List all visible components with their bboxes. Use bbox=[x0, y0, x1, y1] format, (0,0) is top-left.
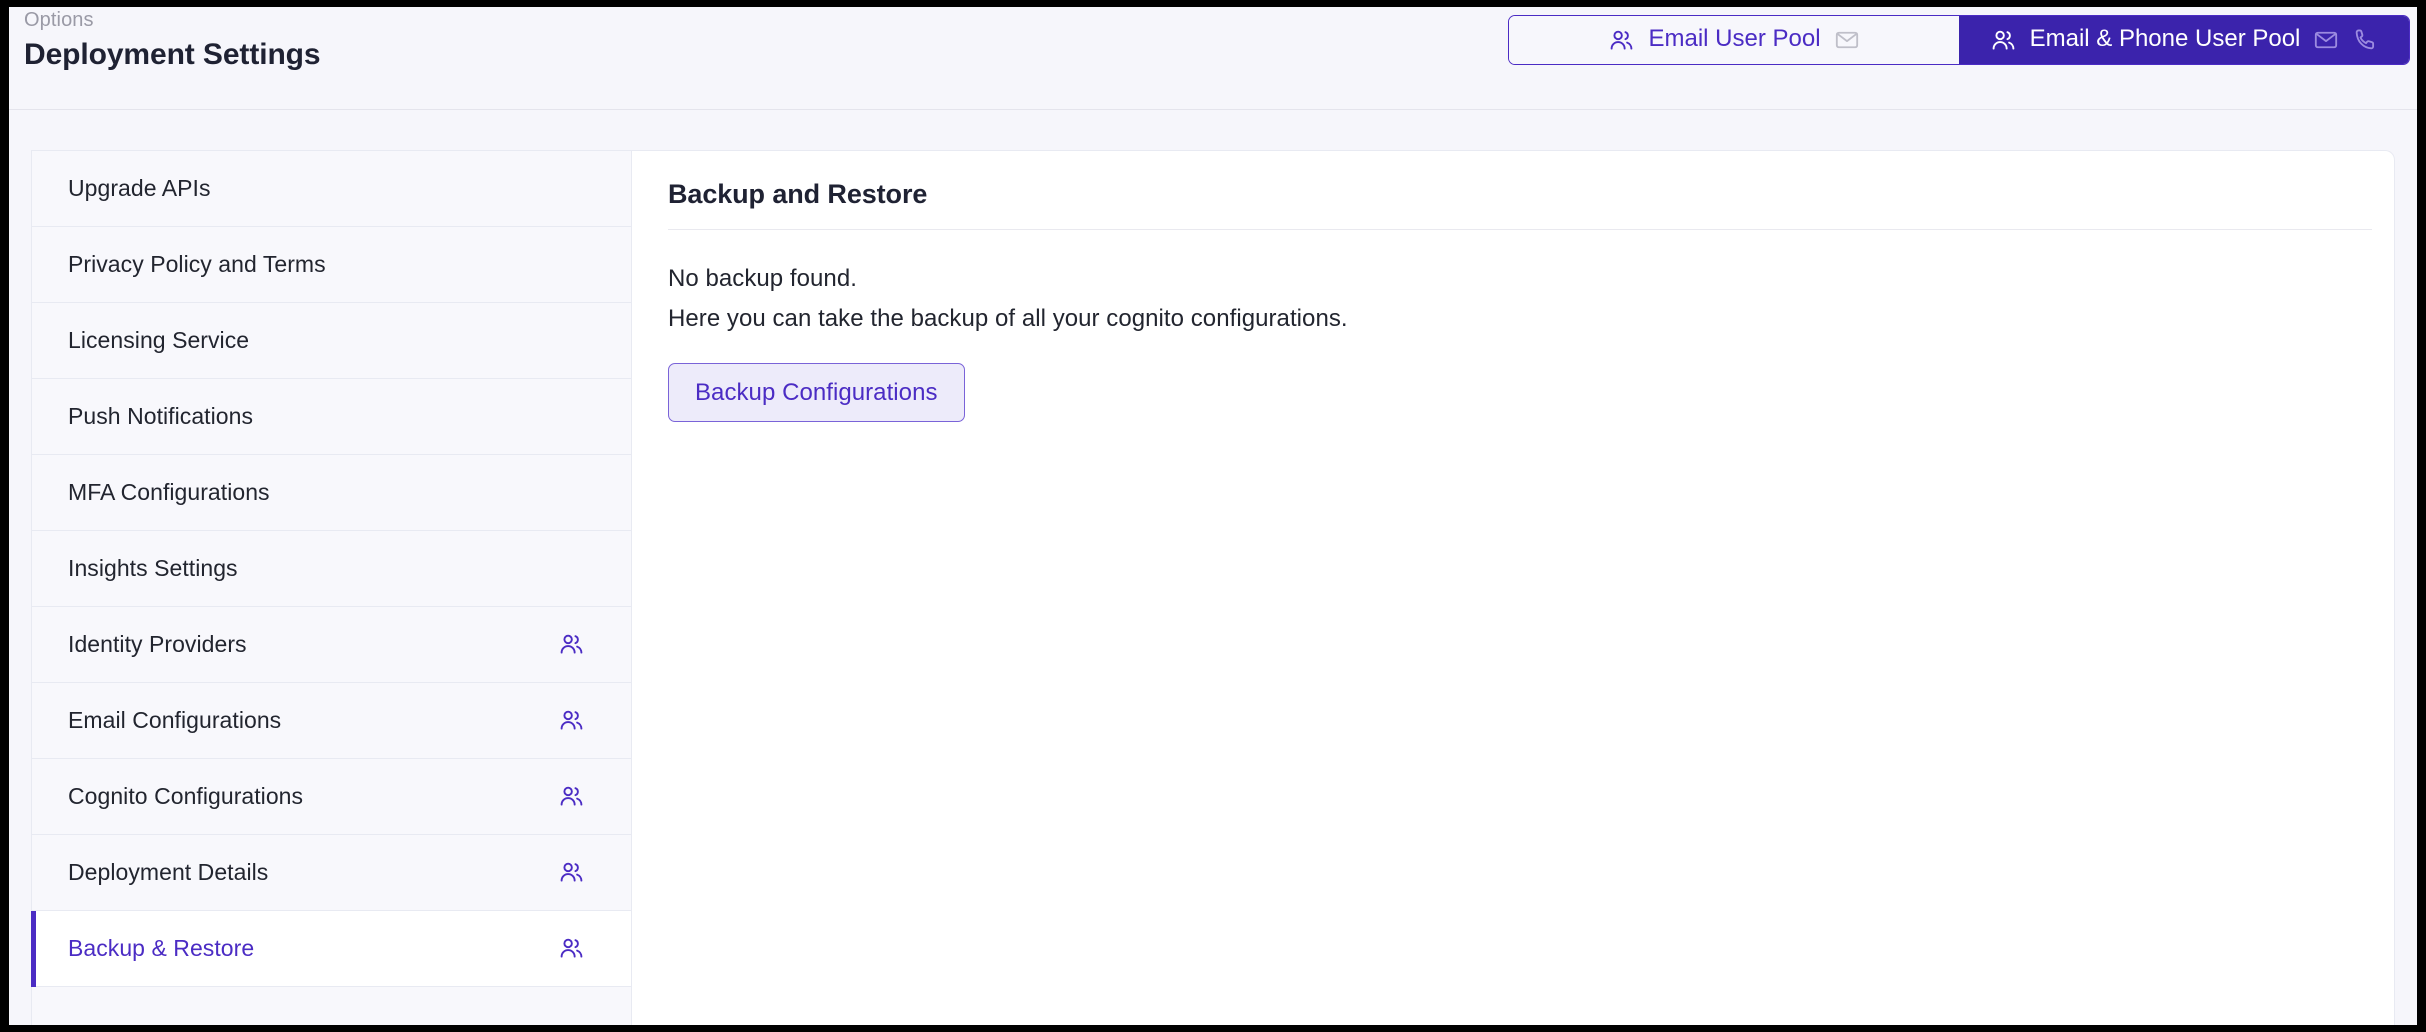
user-pool-toggle-group[interactable]: Email User Pool Email & Phone User Pool bbox=[1508, 15, 2410, 65]
users-icon bbox=[558, 631, 585, 658]
tab-email-user-pool-label: Email User Pool bbox=[1648, 25, 1821, 52]
sidebar-item-label: Upgrade APIs bbox=[68, 175, 211, 201]
sidebar-item-label: Backup & Restore bbox=[68, 935, 255, 961]
sidebar-item-mfa-configurations[interactable]: MFA Configurations bbox=[32, 455, 631, 531]
sidebar-item-privacy-policy-and-terms[interactable]: Privacy Policy and Terms bbox=[32, 227, 631, 303]
users-icon bbox=[558, 707, 585, 734]
sidebar-item-label: Licensing Service bbox=[68, 327, 250, 353]
users-icon bbox=[558, 935, 585, 962]
main-content-panel: Backup and Restore No backup found. Here… bbox=[631, 150, 2395, 1025]
section-body: No backup found. Here you can take the b… bbox=[668, 259, 2372, 422]
users-icon bbox=[1990, 27, 2017, 54]
heading-divider bbox=[668, 229, 2372, 230]
sidebar-item-email-configurations[interactable]: Email Configurations bbox=[32, 683, 631, 759]
phone-icon bbox=[2352, 27, 2378, 53]
sidebar-item-label: Insights Settings bbox=[68, 555, 238, 581]
body-area: Upgrade APIs Privacy Policy and Terms Li… bbox=[9, 110, 2417, 1025]
backup-description: Here you can take the backup of all your… bbox=[668, 305, 1348, 332]
header-titles: Options Deployment Settings bbox=[24, 7, 321, 75]
sidebar-item-placeholder bbox=[32, 987, 631, 1025]
sidebar-item-upgrade-apis[interactable]: Upgrade APIs bbox=[32, 151, 631, 227]
page-header: Options Deployment Settings Email User P… bbox=[9, 7, 2417, 110]
envelope-icon bbox=[2313, 27, 2339, 53]
tab-email-phone-user-pool[interactable]: Email & Phone User Pool bbox=[1959, 16, 2409, 64]
users-icon bbox=[558, 859, 585, 886]
page-title: Deployment Settings bbox=[24, 38, 321, 71]
sidebar-item-label: Deployment Details bbox=[68, 859, 269, 885]
sidebar-item-label: Cognito Configurations bbox=[68, 783, 304, 809]
sidebar-item-label: Email Configurations bbox=[68, 707, 282, 733]
users-icon bbox=[558, 783, 585, 810]
sidebar-item-label: MFA Configurations bbox=[68, 479, 270, 505]
breadcrumb: Options bbox=[24, 9, 94, 31]
sidebar-item-cognito-configurations[interactable]: Cognito Configurations bbox=[32, 759, 631, 835]
sidebar-item-identity-providers[interactable]: Identity Providers bbox=[32, 607, 631, 683]
sidebar-item-label: Push Notifications bbox=[68, 403, 253, 429]
options-sidebar: Upgrade APIs Privacy Policy and Terms Li… bbox=[31, 150, 631, 1025]
sidebar-item-push-notifications[interactable]: Push Notifications bbox=[32, 379, 631, 455]
no-backup-message: No backup found. bbox=[668, 265, 857, 292]
envelope-icon bbox=[1834, 27, 1860, 53]
tab-email-phone-user-pool-label: Email & Phone User Pool bbox=[2029, 25, 2301, 52]
sidebar-item-label: Identity Providers bbox=[68, 631, 247, 657]
section-heading: Backup and Restore bbox=[668, 179, 928, 209]
sidebar-item-backup-and-restore[interactable]: Backup & Restore bbox=[31, 911, 631, 987]
sidebar-item-insights-settings[interactable]: Insights Settings bbox=[32, 531, 631, 607]
sidebar-item-label: Privacy Policy and Terms bbox=[68, 251, 326, 277]
app-window: Options Deployment Settings Email User P… bbox=[9, 7, 2417, 1025]
sidebar-item-licensing-service[interactable]: Licensing Service bbox=[32, 303, 631, 379]
sidebar-item-deployment-details[interactable]: Deployment Details bbox=[32, 835, 631, 911]
tab-email-user-pool[interactable]: Email User Pool bbox=[1509, 16, 1959, 64]
backup-configurations-button[interactable]: Backup Configurations bbox=[668, 363, 965, 422]
users-icon bbox=[1608, 27, 1635, 54]
